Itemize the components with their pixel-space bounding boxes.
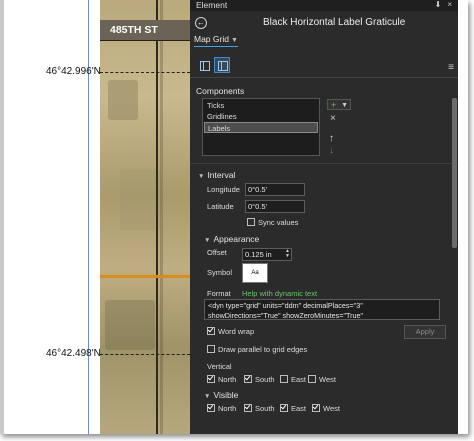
word-wrap-checkbox[interactable] <box>207 327 215 335</box>
grid-tick-top <box>100 72 190 73</box>
grid-tick-bottom <box>100 354 190 355</box>
visible-header: Visible <box>213 390 239 400</box>
element-title: Black Horizontal Label Graticule <box>263 17 406 28</box>
map-road-vertical <box>156 0 158 434</box>
tab-components[interactable] <box>214 57 230 73</box>
vertical-header: Vertical <box>207 362 232 371</box>
pane-scrollbar[interactable] <box>452 80 457 430</box>
word-wrap-label: Word wrap <box>218 327 255 336</box>
appearance-header: Appearance <box>213 234 260 244</box>
vertical-west-checkbox[interactable] <box>308 375 316 383</box>
chevron-down-icon: ▼ <box>230 37 238 44</box>
help-dynamic-text-link[interactable]: Help with dynamic text <box>242 289 317 298</box>
grid-icon <box>200 61 210 71</box>
pane-title: Element <box>196 0 228 10</box>
section-divider <box>190 163 458 164</box>
back-arrow-icon[interactable]: ← <box>195 17 207 29</box>
pane-titlebar: Element ⬇ × <box>190 0 458 11</box>
appearance-section-toggle[interactable]: ▼ Appearance <box>204 234 259 244</box>
vertical-south-label: South <box>255 375 275 384</box>
tab-divider <box>190 77 458 78</box>
components-header: Components <box>196 86 245 96</box>
visible-north-label: North <box>218 404 237 413</box>
add-component-button[interactable]: + ▼ <box>327 99 351 110</box>
format-textarea[interactable]: <dyn type="grid" units="ddm" decimalPlac… <box>204 299 440 320</box>
visible-west-checkbox[interactable] <box>312 404 320 412</box>
menu-icon[interactable]: ≡ <box>448 62 454 73</box>
latitude-label: Latitude <box>207 202 234 211</box>
list-item-gridlines[interactable]: Gridlines <box>204 111 318 122</box>
field-patch <box>108 80 138 120</box>
street-label: 485TH ST <box>110 24 158 36</box>
scrollbar-thumb[interactable] <box>452 98 457 248</box>
map-grid-dropdown[interactable]: Map Grid ▼ <box>194 34 238 47</box>
move-up-icon[interactable]: ↑ <box>329 133 334 144</box>
format-label: Format <box>207 289 231 298</box>
chevron-down-icon: ▼ <box>198 173 205 180</box>
close-icon[interactable]: × <box>447 0 452 9</box>
move-down-icon[interactable]: ↓ <box>329 145 334 156</box>
remove-icon[interactable]: × <box>330 113 336 124</box>
sync-values-label: Sync values <box>258 218 299 227</box>
latitude-label-bottom: 46°42.498'N <box>46 348 101 359</box>
chevron-down-icon: ▼ <box>204 393 211 400</box>
visible-north-checkbox[interactable] <box>207 404 215 412</box>
screenshot-frame: 485TH ST 46°42.996'N 46°42.498'N Element… <box>0 0 468 434</box>
vertical-south-checkbox[interactable] <box>244 375 252 383</box>
visible-east-label: East <box>291 404 307 413</box>
imagery-map[interactable] <box>100 0 190 434</box>
highlighted-road <box>100 275 190 278</box>
draw-parallel-label: Draw parallel to grid edges <box>218 345 308 354</box>
visible-section-toggle[interactable]: ▼ Visible <box>204 390 238 400</box>
vertical-east-checkbox[interactable] <box>280 375 288 383</box>
visible-west-label: West <box>323 404 340 413</box>
vertical-north-checkbox[interactable] <box>207 375 215 383</box>
draw-parallel-checkbox[interactable] <box>207 345 215 353</box>
chevron-down-icon: ▼ <box>341 102 348 109</box>
interval-section-toggle[interactable]: ▼ Interval <box>198 170 235 180</box>
interval-header: Interval <box>207 170 236 180</box>
field-patch <box>120 170 160 230</box>
offset-field[interactable]: 0.125 in ▲ ▼ <box>242 248 292 261</box>
visible-south-checkbox[interactable] <box>244 404 252 412</box>
symbol-label: Symbol <box>207 268 233 277</box>
components-list[interactable]: Ticks Gridlines Labels <box>202 98 320 156</box>
chevron-down-icon: ▼ <box>204 237 211 244</box>
list-item-ticks[interactable]: Ticks <box>204 100 318 111</box>
symbol-preview-button[interactable]: Aa <box>242 263 268 283</box>
tab-grid-properties[interactable] <box>196 57 212 73</box>
vertical-north-label: North <box>218 375 237 384</box>
pin-icon[interactable]: ⬇ <box>435 0 442 9</box>
labels-icon <box>218 61 228 71</box>
spinner-icon[interactable]: ▲ ▼ <box>285 249 290 259</box>
vertical-east-label: East <box>291 375 307 384</box>
add-icon: + <box>331 100 337 110</box>
apply-button[interactable]: Apply <box>404 325 446 339</box>
vertical-west-label: West <box>319 375 336 384</box>
offset-value: 0.125 in <box>245 250 272 259</box>
field-patch <box>105 300 155 350</box>
visible-south-label: South <box>255 404 275 413</box>
visible-east-checkbox[interactable] <box>280 404 288 412</box>
sync-values-checkbox[interactable] <box>247 218 255 226</box>
offset-label: Offset <box>207 248 227 257</box>
element-pane: Element ⬇ × ← Black Horizontal Label Grat… <box>190 0 458 434</box>
list-item-labels[interactable]: Labels <box>204 122 318 133</box>
longitude-label: Longitude <box>207 185 240 194</box>
map-grid-label: Map Grid <box>194 34 229 44</box>
latitude-label-top: 46°42.996'N <box>46 66 101 77</box>
latitude-field[interactable]: 0°0.5' <box>245 200 305 213</box>
longitude-field[interactable]: 0°0.5' <box>245 183 305 196</box>
